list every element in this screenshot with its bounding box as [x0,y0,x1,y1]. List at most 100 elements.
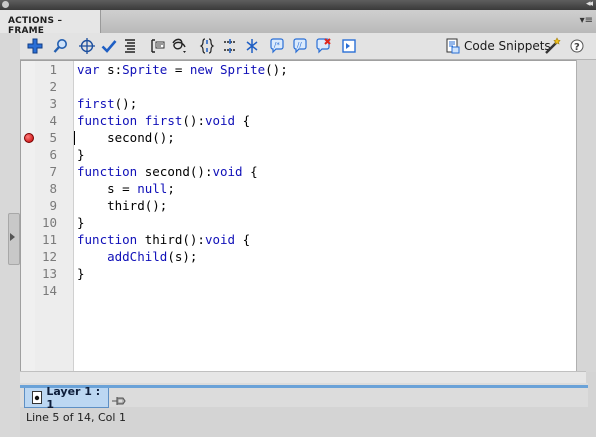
code-snippets-button[interactable]: Code Snippets [444,37,551,55]
line-number: 10 [41,215,57,230]
code-token: (); [265,62,288,77]
code-line-text: } [77,265,85,282]
svg-text:/*: /* [274,41,280,49]
status-bar-text: Line 5 of 14, Col 1 [26,411,126,424]
vertical-scrollbar[interactable] [576,60,596,372]
line-number: 4 [49,113,57,128]
line-number: 8 [49,181,57,196]
auto-format-icon[interactable] [121,37,139,55]
code-token: third(): [137,232,205,247]
actions-toolbar: /* // Code Snippets ? [20,33,596,60]
code-token: (); [114,96,138,111]
remove-comment-icon[interactable] [314,37,332,55]
code-line[interactable]: } [74,214,577,231]
collapse-panel-icon[interactable]: ◂◂ [586,0,593,9]
code-line[interactable] [74,282,577,299]
expand-toolbox-handle[interactable] [8,213,20,265]
collapse-between-braces-icon[interactable] [198,37,216,55]
code-keyword: first [144,113,183,128]
show-code-hint-icon[interactable] [148,37,166,55]
line-number: 2 [49,79,57,94]
code-line[interactable]: second(); [74,129,577,146]
code-token: s = [77,181,138,196]
code-keyword: var [77,62,100,77]
line-number: 7 [49,164,57,179]
panel-title-strip: ◂◂ [0,0,596,10]
line-number: 3 [49,96,57,111]
tab-layer-1-frame-1[interactable]: Layer 1 : 1 [24,384,109,411]
layer-tab-label: Layer 1 : 1 [46,384,101,411]
code-keyword: Sprite [122,62,168,77]
line-number: 1 [49,62,57,77]
line-number: 12 [41,249,57,264]
collapse-selection-icon[interactable] [221,37,239,55]
code-token: second(); [77,130,175,145]
line-number: 6 [49,147,57,162]
code-line[interactable]: third(); [74,197,577,214]
code-line[interactable]: } [74,146,577,163]
code-token: = [167,62,190,77]
script-editor[interactable]: 1 2 3 4 5 6 7 8 9 10 11 12 13 14 var s:Sprite = new S… [20,60,578,372]
show-hide-toolbox-icon[interactable] [340,37,358,55]
code-keyword: function [77,113,138,128]
tab-actions-frame[interactable]: ACTIONS – FRAME [0,10,101,36]
code-line-text: function third():void { [77,231,250,248]
code-keyword: function [77,164,138,179]
add-new-item-icon[interactable] [26,37,44,55]
code-token: third(); [77,198,168,213]
expand-all-icon[interactable] [243,37,261,55]
code-keyword: void [204,232,236,247]
apply-line-comment-icon[interactable]: // [291,37,309,55]
code-line[interactable] [74,78,577,95]
code-token: s: [99,62,123,77]
breakpoint-marker[interactable] [24,133,34,143]
code-token: (s); [167,249,198,264]
script-navigator-tabs: Layer 1 : 1 [20,383,588,411]
code-line[interactable]: var s:Sprite = new Sprite(); [74,61,577,78]
code-line[interactable]: } [74,265,577,282]
code-line[interactable]: function first():void { [74,112,577,129]
code-line[interactable]: first(); [74,95,577,112]
code-token: { [235,113,251,128]
insert-target-path-icon[interactable] [78,37,96,55]
find-icon[interactable] [52,37,70,55]
breakpoint-gutter[interactable] [21,61,35,371]
code-token: { [235,232,251,247]
panel-menu-icon[interactable]: ▾≡ [580,15,593,26]
code-line-text: function second():void { [77,163,258,180]
code-token: } [77,147,85,162]
code-line[interactable]: s = null; [74,180,577,197]
apply-block-comment-icon[interactable]: /* [268,37,286,55]
close-panel-icon[interactable] [2,1,9,8]
code-line[interactable]: addChild(s); [74,248,577,265]
code-line-text: function first():void { [77,112,250,129]
code-token: { [242,164,258,179]
line-number: 14 [41,283,57,298]
panel-tab-row: ACTIONS – FRAME ▾≡ [0,10,596,36]
code-keyword: new [189,62,213,77]
wizard-icon[interactable] [544,37,562,55]
code-line-text: second(); [77,129,175,146]
code-token: (): [182,113,205,128]
help-icon[interactable]: ? [568,37,586,55]
code-line[interactable]: function second():void { [74,163,577,180]
code-keyword: addChild [107,249,168,264]
pin-script-icon[interactable] [111,393,127,407]
svg-text:?: ? [574,42,580,53]
code-line-text: } [77,146,85,163]
code-keyword: null [137,181,168,196]
svg-text://: // [297,41,302,49]
code-token: ; [167,181,175,196]
code-keyword: void [212,164,243,179]
code-line-text: third(); [77,197,167,214]
code-line[interactable]: function third():void { [74,231,577,248]
code-keyword: function [77,232,138,247]
debug-options-icon[interactable] [171,37,189,55]
check-syntax-icon[interactable] [100,37,118,55]
code-area[interactable]: var s:Sprite = new Sprite(); first(); func… [74,61,577,371]
code-line-text: } [77,214,85,231]
code-snippets-label: Code Snippets [464,39,551,53]
